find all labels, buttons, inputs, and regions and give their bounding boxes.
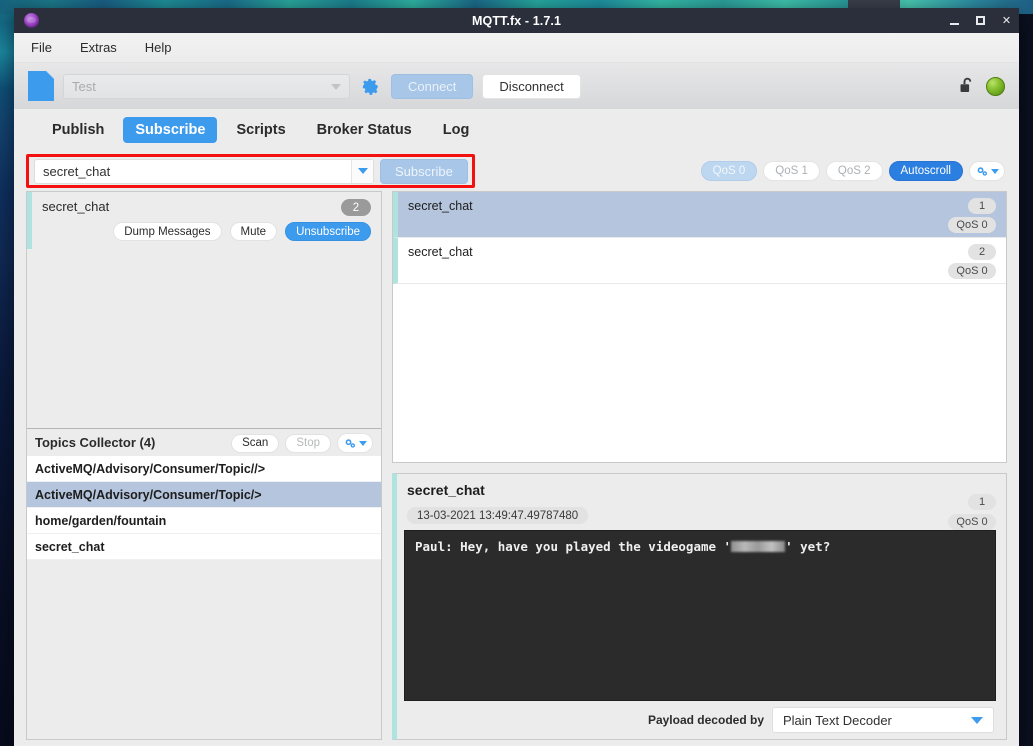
cogs-icon (977, 166, 987, 176)
payload-text-before: Paul: Hey, have you played the videogame… (415, 539, 732, 554)
maximize-icon[interactable] (974, 14, 987, 27)
connection-status-led (986, 76, 1005, 96)
message-list[interactable]: secret_chat 1 QoS 0 secret_chat 2 QoS 0 (392, 191, 1007, 463)
topic-list-item[interactable]: ActiveMQ/Advisory/Consumer/Topic/> (27, 482, 381, 508)
cogs-icon (345, 438, 355, 448)
right-panel: secret_chat 1 QoS 0 secret_chat 2 QoS 0 … (392, 191, 1007, 740)
payload-text-after: ' yet? (785, 539, 831, 554)
left-panel: secret_chat 2 Dump Messages Mute Unsubsc… (26, 191, 382, 740)
subscription-topic: secret_chat (42, 199, 110, 214)
connection-toolbar: Test Connect Disconnect (14, 63, 1019, 109)
message-topic: secret_chat (408, 245, 473, 259)
topic-list-item[interactable]: ActiveMQ/Advisory/Consumer/Topic//> (27, 456, 381, 482)
topics-collector-title: Topics Collector (4) (35, 435, 156, 450)
message-list-item[interactable]: secret_chat 1 QoS 0 (393, 192, 1006, 238)
topic-input-value: secret_chat (43, 163, 111, 179)
message-qos-badge: QoS 0 (948, 263, 996, 279)
close-icon[interactable]: ✕ (1000, 14, 1013, 27)
mute-button[interactable]: Mute (229, 222, 278, 241)
topic-list-item[interactable]: home/garden/fountain (27, 508, 381, 534)
connection-profile-select[interactable]: Test (63, 73, 350, 99)
message-timestamp: 13-03-2021 13:49:47.49787480 (407, 507, 589, 524)
payload-viewer[interactable]: Paul: Hey, have you played the videogame… (404, 530, 996, 701)
menu-item-file[interactable]: File (28, 38, 55, 57)
message-detail-header: secret_chat 1 QoS 0 13-03-2021 13:49:47.… (397, 474, 1006, 530)
message-number-badge: 1 (968, 198, 996, 214)
qos-0-button[interactable]: QoS 0 (700, 161, 758, 181)
message-detail-panel: secret_chat 1 QoS 0 13-03-2021 13:49:47.… (392, 473, 1007, 740)
qos-1-button[interactable]: QoS 1 (763, 161, 820, 181)
payload-text: Paul: Hey, have you played the videogame… (415, 539, 985, 554)
topic-entry-highlight: secret_chat Subscribe (26, 154, 475, 188)
subscriptions-list[interactable]: secret_chat 2 Dump Messages Mute Unsubsc… (27, 192, 381, 428)
topics-collector-header: Topics Collector (4) Scan Stop (27, 428, 381, 456)
chevron-down-icon (358, 440, 367, 446)
chevron-down-icon (331, 84, 341, 90)
topic-list-item[interactable]: secret_chat (27, 534, 381, 560)
document-icon[interactable] (28, 71, 54, 101)
detail-number-badge: 1 (968, 494, 996, 510)
vertical-splitter[interactable] (382, 191, 392, 740)
window-controls: ✕ (948, 8, 1013, 33)
scan-button[interactable]: Scan (231, 433, 280, 453)
application-window: MQTT.fx - 1.7.1 ✕ File Extras Help Test … (14, 8, 1019, 746)
horizontal-splitter[interactable] (392, 463, 1007, 473)
tab-bar: Publish Subscribe Scripts Broker Status … (14, 109, 1019, 151)
tab-subscribe[interactable]: Subscribe (123, 117, 218, 143)
tab-log[interactable]: Log (431, 117, 482, 143)
toolbar-status-group (959, 63, 1005, 109)
gear-icon[interactable] (361, 77, 380, 96)
dump-messages-button[interactable]: Dump Messages (113, 222, 222, 241)
chevron-down-icon (971, 717, 983, 724)
topics-collector-empty-area (27, 560, 381, 739)
topic-input[interactable]: secret_chat (34, 158, 374, 184)
topics-collector-list[interactable]: ActiveMQ/Advisory/Consumer/Topic//> Acti… (27, 456, 381, 560)
minimize-icon[interactable] (948, 14, 961, 27)
topic-dropdown-button[interactable] (351, 159, 373, 183)
mqttfx-logo-icon (24, 13, 39, 28)
connect-button[interactable]: Connect (391, 73, 474, 99)
main-content: secret_chat 2 Dump Messages Mute Unsubsc… (14, 191, 1019, 746)
connection-profile-value: Test (72, 78, 96, 94)
window-title: MQTT.fx - 1.7.1 (471, 13, 562, 28)
decoder-value: Plain Text Decoder (783, 712, 892, 728)
unlocked-padlock-icon (959, 77, 976, 95)
message-number-badge: 2 (968, 244, 996, 260)
qos-controls: QoS 0 QoS 1 QoS 2 Autoscroll (700, 151, 1005, 191)
topics-collector-options-button[interactable] (337, 433, 373, 453)
detail-qos-badge: QoS 0 (948, 514, 996, 530)
subscribe-bar: secret_chat Subscribe QoS 0 QoS 1 QoS 2 … (14, 151, 1019, 191)
subscription-item[interactable]: secret_chat 2 Dump Messages Mute Unsubsc… (27, 192, 381, 249)
chevron-down-icon (357, 168, 368, 174)
menu-bar: File Extras Help (14, 33, 1019, 63)
message-list-item[interactable]: secret_chat 2 QoS 0 (393, 238, 1006, 284)
disconnect-button[interactable]: Disconnect (482, 73, 581, 99)
message-topic: secret_chat (408, 199, 473, 213)
subscription-actions: Dump Messages Mute Unsubscribe (42, 222, 371, 241)
tab-broker-status[interactable]: Broker Status (305, 117, 424, 143)
autoscroll-toggle[interactable]: Autoscroll (888, 161, 963, 181)
message-qos-badge: QoS 0 (948, 217, 996, 233)
subscribe-button[interactable]: Subscribe (380, 158, 468, 184)
tab-scripts[interactable]: Scripts (224, 117, 297, 143)
unsubscribe-button[interactable]: Unsubscribe (285, 222, 371, 241)
decoder-select[interactable]: Plain Text Decoder (772, 707, 994, 733)
topics-collector-actions: Scan Stop (231, 433, 373, 453)
title-bar: MQTT.fx - 1.7.1 ✕ (14, 8, 1019, 33)
decoder-row: Payload decoded by Plain Text Decoder (397, 701, 1006, 739)
decoder-label: Payload decoded by (647, 713, 764, 727)
tab-publish[interactable]: Publish (40, 117, 116, 143)
subscribe-options-button[interactable] (969, 161, 1005, 181)
menu-item-extras[interactable]: Extras (77, 38, 120, 57)
chevron-down-icon (990, 168, 999, 174)
menu-item-help[interactable]: Help (142, 38, 175, 57)
redacted-text-block (731, 541, 786, 552)
detail-topic: secret_chat (407, 482, 485, 498)
stop-button[interactable]: Stop (285, 433, 331, 453)
subscription-message-count: 2 (341, 199, 371, 216)
qos-2-button[interactable]: QoS 2 (825, 161, 883, 181)
